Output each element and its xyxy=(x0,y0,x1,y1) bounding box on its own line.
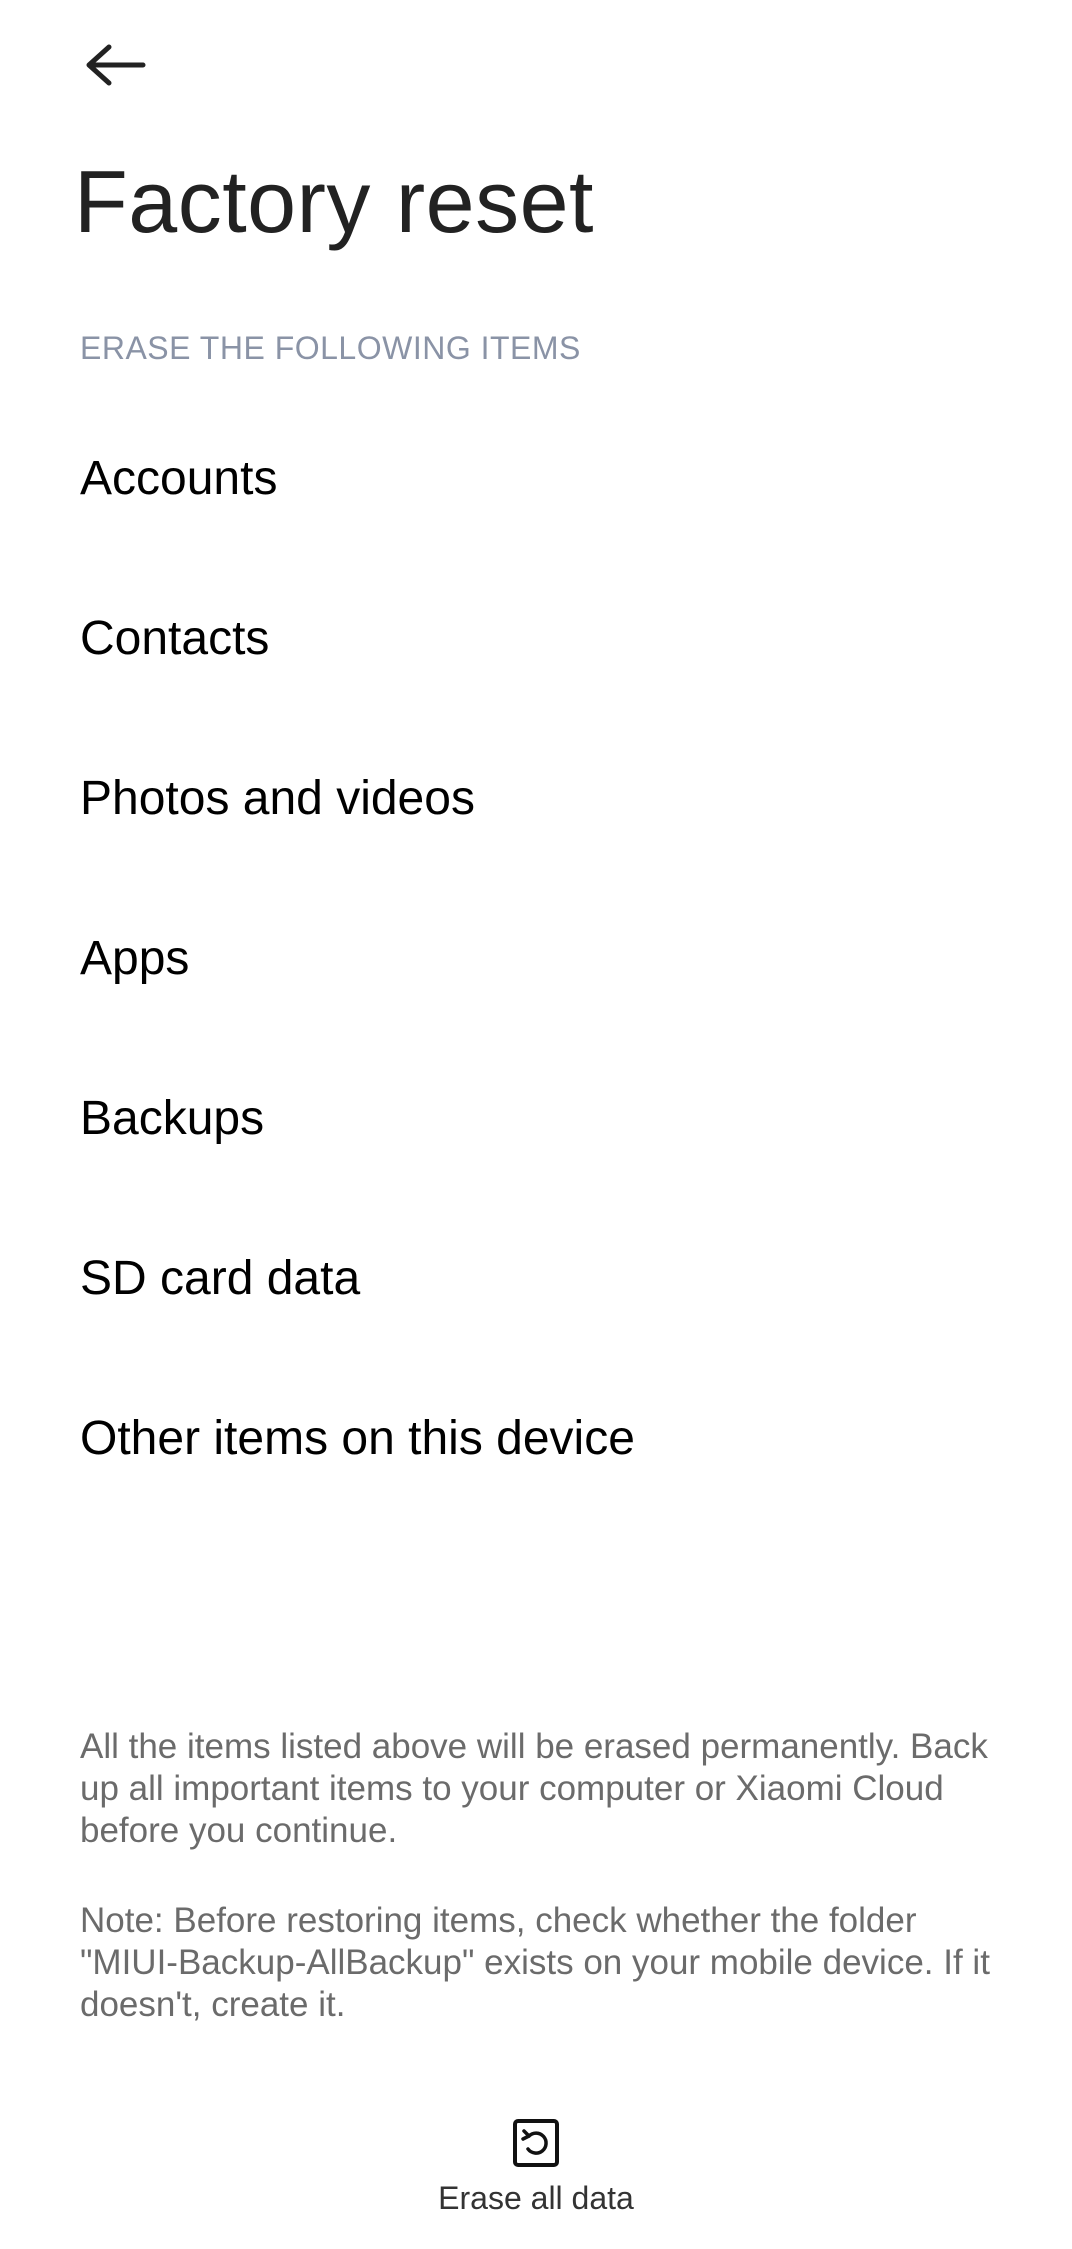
back-button[interactable] xyxy=(70,30,160,100)
list-item-contacts: Contacts xyxy=(80,611,270,665)
reset-icon xyxy=(513,2119,559,2167)
erase-warning-text: All the items listed above will be erase… xyxy=(80,1727,988,1850)
page-title: Factory reset xyxy=(74,152,594,251)
list-item-apps: Apps xyxy=(80,931,190,985)
list-item-backups: Backups xyxy=(80,1091,265,1145)
restore-note-text: Note: Before restoring items, check whet… xyxy=(80,1901,990,2024)
list-item-sd-card-data: SD card data xyxy=(80,1251,361,1305)
section-header: ERASE THE FOLLOWING ITEMS xyxy=(80,330,581,366)
list-item-accounts: Accounts xyxy=(80,451,278,505)
erase-all-data-label: Erase all data xyxy=(438,2180,634,2216)
erase-all-data-button[interactable]: Erase all data xyxy=(386,2118,686,2238)
list-item-other-items: Other items on this device xyxy=(80,1411,635,1465)
arrow-left-icon xyxy=(86,44,146,86)
list-item-photos-videos: Photos and videos xyxy=(80,771,475,825)
erase-items-list: Accounts Contacts Photos and videos Apps… xyxy=(0,398,1072,1518)
